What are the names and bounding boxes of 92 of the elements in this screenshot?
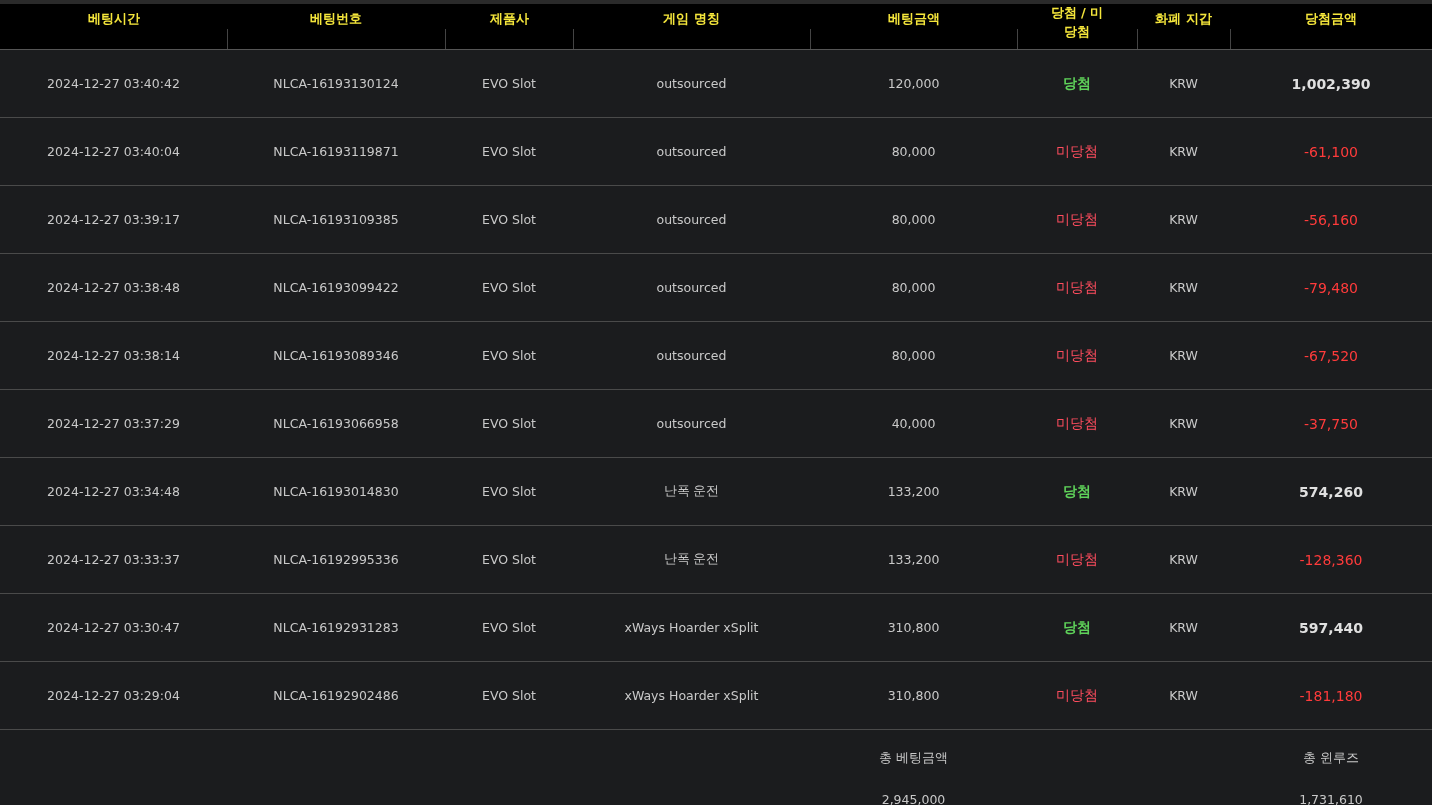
provider-name: EVO Slot [482,416,536,431]
provider-name: EVO Slot [482,484,536,499]
bet-amount: 80,000 [891,348,936,363]
payout-amount: -56,160 [1303,211,1358,228]
bet-number: NLCA-16193099422 [273,280,399,295]
currency-code: KRW [1169,144,1198,159]
currency-code: KRW [1169,484,1198,499]
game-name: outsourced [656,416,727,431]
payout-amount: -181,180 [1299,687,1363,704]
bet-number: NLCA-16193130124 [273,76,399,91]
provider-name: EVO Slot [482,76,536,91]
currency-code: KRW [1169,416,1198,431]
total-winloss-label: 총 윈루즈 [1302,749,1360,767]
bet-number: NLCA-16192931283 [273,620,399,635]
result-label: 미당첨 [1056,142,1098,161]
payout-amount: -37,750 [1303,415,1358,432]
column-header: 게임 명칭 [663,10,720,28]
game-name: outsourced [656,348,727,363]
bet-time: 2024-12-27 03:30:47 [47,620,180,635]
currency-code: KRW [1169,348,1198,363]
game-name: outsourced [656,212,727,227]
provider-name: EVO Slot [482,620,536,635]
bet-number: NLCA-16193014830 [273,484,399,499]
result-label: 당첨 [1063,482,1091,501]
currency-code: KRW [1169,280,1198,295]
bet-time: 2024-12-27 03:38:48 [47,280,180,295]
bet-number: NLCA-16192995336 [273,552,399,567]
bet-time: 2024-12-27 03:38:14 [47,348,180,363]
bet-time: 2024-12-27 03:33:37 [47,552,180,567]
bet-amount: 80,000 [891,144,936,159]
bet-amount: 310,800 [887,688,940,703]
result-label: 미당첨 [1056,686,1098,705]
result-label: 당첨 [1063,618,1091,637]
result-label: 미당첨 [1056,278,1098,297]
bet-time: 2024-12-27 03:40:04 [47,144,180,159]
payout-amount: 574,260 [1299,483,1363,500]
game-name: xWays Hoarder xSplit [624,688,759,703]
bet-number: NLCA-16193109385 [273,212,399,227]
currency-code: KRW [1169,688,1198,703]
provider-name: EVO Slot [482,212,536,227]
bet-time: 2024-12-27 03:34:48 [47,484,180,499]
payout-amount: -128,360 [1299,551,1363,568]
provider-name: EVO Slot [482,348,536,363]
column-header: 화폐 지갑 [1155,10,1212,28]
result-label: 미당첨 [1056,414,1098,433]
payout-amount: -61,100 [1303,143,1358,160]
payout-amount: -67,520 [1303,347,1358,364]
bet-amount: 133,200 [887,484,940,499]
bet-number: NLCA-16193066958 [273,416,399,431]
column-header: 베팅금액 [887,10,940,28]
game-name: xWays Hoarder xSplit [624,620,759,635]
provider-name: EVO Slot [482,144,536,159]
currency-code: KRW [1169,76,1198,91]
payout-amount: 1,002,390 [1291,75,1371,92]
column-header: 베팅시간 [87,10,140,28]
result-label: 미당첨 [1056,550,1098,569]
total-winloss-value: 1,731,610 [1298,791,1364,805]
currency-code: KRW [1169,212,1198,227]
provider-name: EVO Slot [482,688,536,703]
game-name: outsourced [656,76,727,91]
column-header: 당첨 / 미당첨 [1049,4,1105,41]
bet-amount: 80,000 [891,280,936,295]
total-bet-value: 2,945,000 [880,791,947,805]
bet-time: 2024-12-27 03:29:04 [47,688,180,703]
bet-number: NLCA-16192902486 [273,688,399,703]
bet-amount: 40,000 [891,416,936,431]
bet-number: NLCA-16193119871 [273,144,399,159]
game-name: 난폭 운전 [663,551,720,568]
bet-amount: 310,800 [887,620,940,635]
provider-name: EVO Slot [482,552,536,567]
column-header: 당첨금액 [1305,10,1357,28]
game-name: outsourced [656,280,727,295]
bet-amount: 133,200 [887,552,940,567]
bet-time: 2024-12-27 03:40:42 [47,76,180,91]
bet-amount: 80,000 [891,212,936,227]
game-name: outsourced [656,144,727,159]
payout-amount: -79,480 [1303,279,1358,296]
bet-amount: 120,000 [887,76,940,91]
game-name: 난폭 운전 [663,483,720,500]
result-label: 미당첨 [1056,346,1098,365]
result-label: 당첨 [1063,74,1091,93]
column-header: 제품사 [489,10,529,28]
currency-code: KRW [1169,620,1198,635]
currency-code: KRW [1169,552,1198,567]
result-label: 미당첨 [1056,210,1098,229]
total-bet-label: 총 베팅금액 [878,749,949,767]
bet-time: 2024-12-27 03:37:29 [47,416,180,431]
column-header: 베팅번호 [310,10,362,28]
bet-number: NLCA-16193089346 [273,348,399,363]
bet-time: 2024-12-27 03:39:17 [47,212,180,227]
provider-name: EVO Slot [482,280,536,295]
payout-amount: 597,440 [1299,619,1363,636]
